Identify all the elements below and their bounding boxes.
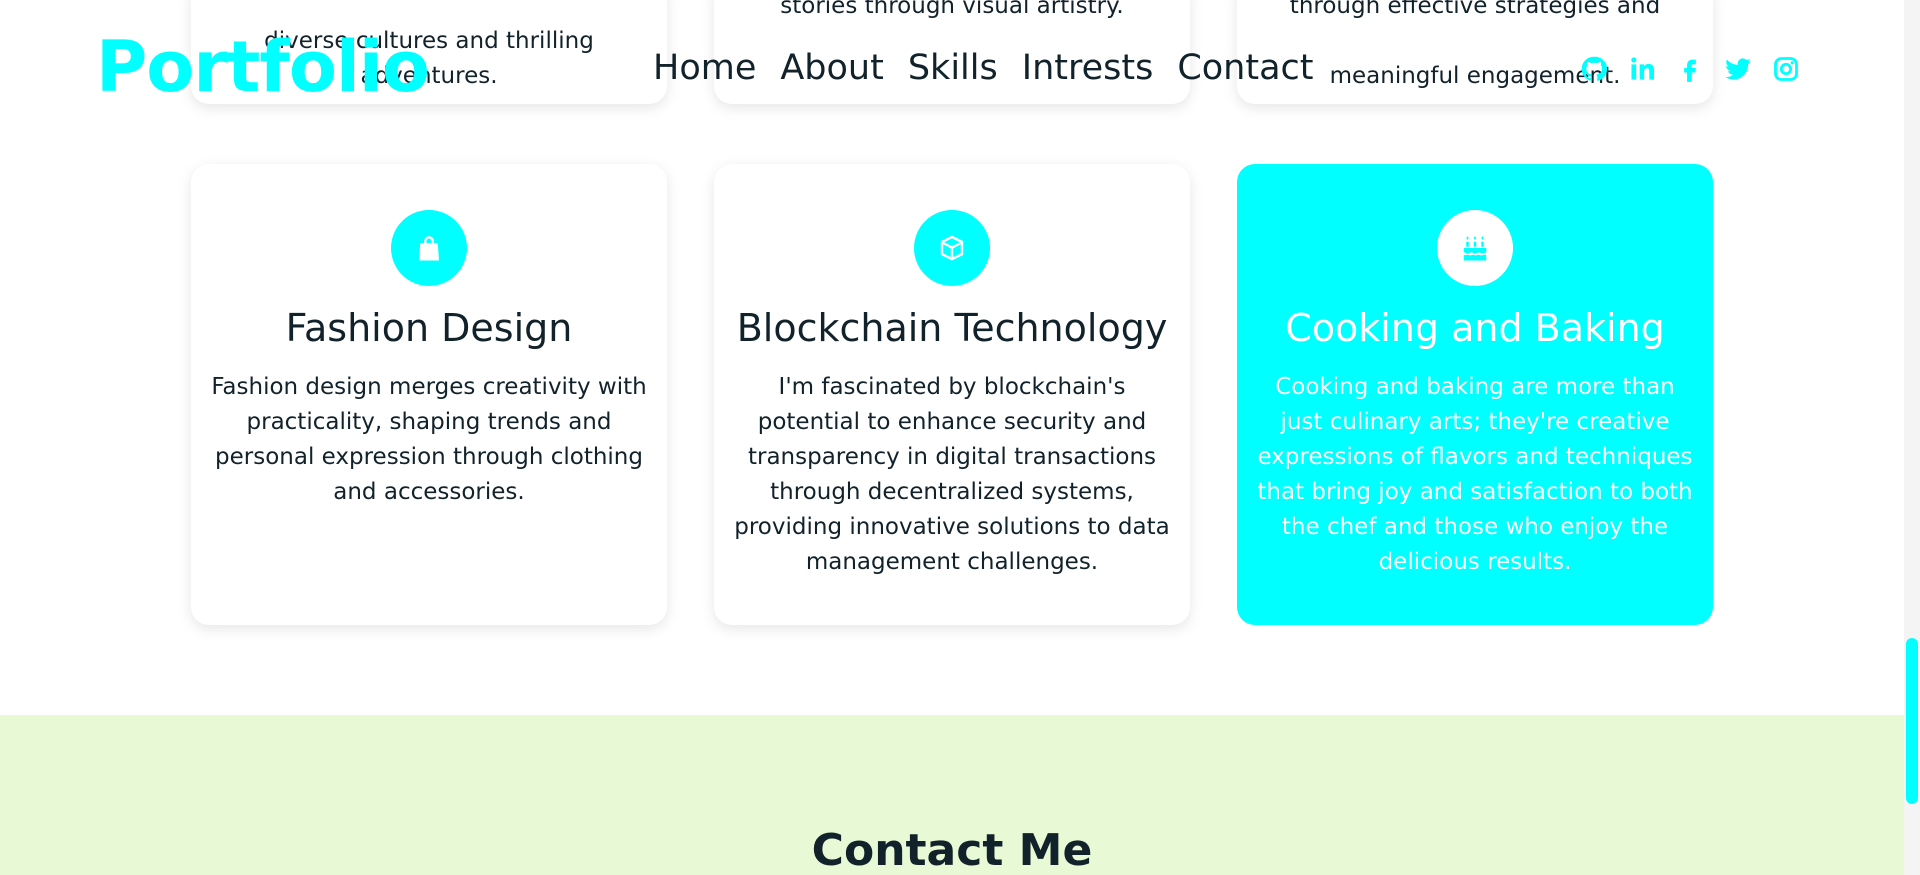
contact-section: Contact Me [0,715,1904,875]
interest-card-blockchain[interactable]: Blockchain Technology I'm fascinated by … [714,164,1190,625]
scrollbar-track[interactable] [1904,0,1920,875]
interest-card-cooking[interactable]: Cooking and Baking Cooking and baking ar… [1237,164,1713,625]
cake-icon [1437,210,1513,286]
scrollbar-thumb[interactable] [1906,638,1918,804]
twitter-icon[interactable] [1724,52,1752,86]
instagram-icon[interactable] [1772,52,1800,86]
card-description: Cooking and baking are more than just cu… [1257,374,1693,575]
nav-home[interactable]: Home [653,48,756,88]
social-links [1580,52,1800,86]
linkedin-icon[interactable] [1628,52,1656,86]
card-description: I'm fascinated by blockchain's potential… [734,374,1170,575]
site-logo[interactable]: Portfolio [96,26,430,108]
cube-icon [914,210,990,286]
shopping-bag-icon [391,210,467,286]
nav-interests[interactable]: Intrests [1022,48,1154,88]
github-icon[interactable] [1580,52,1608,86]
card-title: Blockchain Technology [736,306,1168,350]
facebook-icon[interactable] [1676,52,1704,86]
section-title: Contact Me [811,825,1093,875]
nav-about[interactable]: About [780,48,883,88]
nav-contact[interactable]: Contact [1177,48,1313,88]
site-header: Portfolio Home About Skills Intrests Con… [0,0,1904,140]
interest-card-fashion[interactable]: Fashion Design Fashion design merges cre… [191,164,667,625]
nav-skills[interactable]: Skills [908,48,998,88]
card-title: Fashion Design [285,306,573,350]
card-description: Fashion design merges creativity with pr… [211,374,647,505]
card-title: Cooking and Baking [1285,306,1665,350]
main-nav: Home About Skills Intrests Contact [653,48,1314,88]
